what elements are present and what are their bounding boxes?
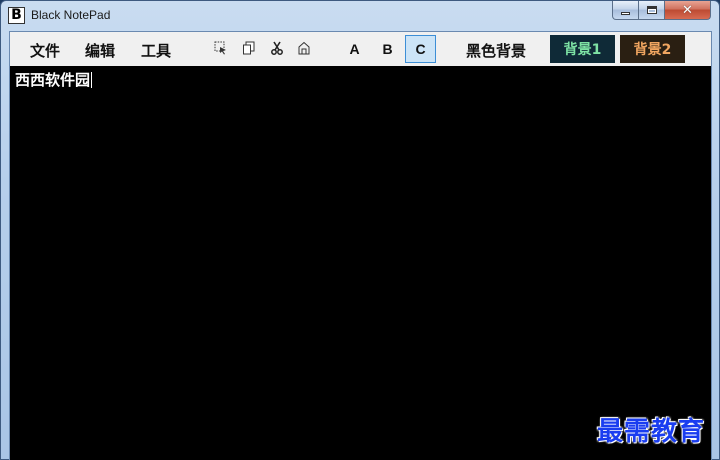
menu-tools[interactable]: 工具: [141, 40, 171, 61]
maximize-icon: [646, 6, 657, 14]
toolbar: 文件 编辑 工具 A B C 黑色背景 背景1 背景2: [10, 32, 711, 66]
editor-text-value: 西西软件园: [15, 71, 91, 89]
copy-icon[interactable]: [241, 40, 257, 56]
client-area: 文件 编辑 工具 A B C 黑色背景 背景1 背景2 西西软件园: [9, 31, 712, 460]
close-icon: ✕: [682, 2, 693, 18]
paste-icon[interactable]: [296, 40, 312, 56]
text-editor[interactable]: 西西软件园: [10, 66, 711, 460]
title-bar[interactable]: B Black NotePad ✕: [1, 1, 719, 29]
select-all-icon[interactable]: [213, 40, 229, 56]
black-background-button[interactable]: 黑色背景: [466, 40, 526, 61]
window-title: Black NotePad: [31, 8, 111, 22]
font-c-button[interactable]: C: [405, 35, 436, 63]
font-a-button[interactable]: A: [339, 35, 370, 63]
editor-content[interactable]: 西西软件园: [15, 69, 93, 90]
text-caret: [91, 72, 93, 88]
maximize-button[interactable]: [638, 1, 665, 20]
minimize-icon: [621, 11, 630, 15]
background-1-button[interactable]: 背景1: [550, 35, 615, 63]
app-logo-icon[interactable]: B: [8, 7, 25, 24]
menu-edit[interactable]: 编辑: [85, 40, 115, 61]
cut-icon[interactable]: [269, 40, 285, 56]
font-b-button[interactable]: B: [372, 35, 403, 63]
app-window: B Black NotePad ✕ 文件 编辑 工具 A B C 黑色背景 背景…: [0, 0, 720, 460]
menu-file[interactable]: 文件: [30, 40, 60, 61]
minimize-button[interactable]: [612, 1, 639, 20]
close-button[interactable]: ✕: [664, 1, 711, 20]
background-2-button[interactable]: 背景2: [620, 35, 685, 63]
watermark: 最需教育: [597, 417, 706, 447]
